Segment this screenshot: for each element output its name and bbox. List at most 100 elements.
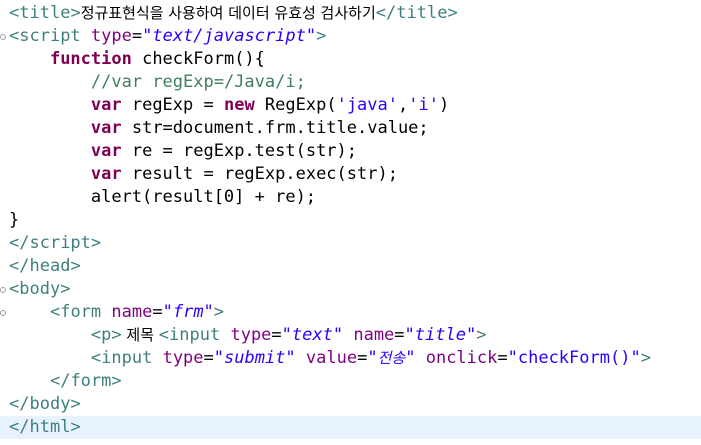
code-line-text: <title>정규표현식을 사용하여 데이터 유효성 검사하기</title> [9, 2, 458, 25]
code-line[interactable]: <p> 제목 <input type="text" name="title"> [0, 324, 701, 347]
code-line[interactable]: </body> [0, 393, 701, 416]
code-token: < [90, 348, 102, 368]
code-line-text: </body> [9, 393, 81, 416]
code-line-text: var regExp = new RegExp('java','i') [9, 94, 449, 117]
code-line[interactable]: var regExp = new RegExp('java','i') [0, 94, 701, 117]
code-token: function [49, 49, 132, 69]
code-token: > [316, 26, 327, 46]
code-line[interactable]: <form name="frm"> [0, 301, 701, 324]
code-token: > [111, 325, 122, 345]
code-line[interactable]: function checkForm(){ [0, 48, 701, 71]
fold-toggle-icon[interactable] [0, 287, 6, 293]
code-token: "text/javascript" [142, 26, 317, 46]
code-line[interactable]: </head> [0, 255, 701, 278]
code-token: > [111, 371, 122, 391]
code-editor[interactable]: <title>정규표현식을 사용하여 데이터 유효성 검사하기</title> <… [0, 0, 701, 445]
code-line-text: <script type="text/javascript"> [9, 25, 326, 48]
code-token: //var regExp=/Java/i; [90, 72, 306, 92]
code-line-text: </html> [9, 416, 81, 439]
code-token: </ [49, 371, 71, 391]
code-token: = [152, 302, 163, 322]
code-token: result = regExp.exec(str); [121, 164, 398, 184]
code-token: 'i' [408, 95, 439, 115]
code-token: value [305, 348, 358, 368]
code-line-text: </head> [9, 255, 81, 278]
code-token: 전송 [377, 349, 406, 367]
code-token: RegExp( [254, 95, 337, 115]
code-token: 'java' [336, 95, 398, 115]
code-token: title [19, 3, 71, 23]
code-line[interactable]: alert(result[0] + re); [0, 186, 701, 209]
code-line[interactable]: <script type="text/javascript"> [0, 25, 701, 48]
code-line-text: var re = regExp.test(str); [9, 140, 357, 163]
code-token: < [49, 302, 61, 322]
code-token: script [19, 26, 81, 46]
code-token: = [394, 325, 405, 345]
code-token: < [158, 325, 170, 345]
code-token: </ [9, 233, 30, 253]
code-line[interactable]: var re = regExp.test(str); [0, 140, 701, 163]
code-token: " [405, 348, 416, 368]
code-line[interactable]: </form> [0, 370, 701, 393]
code-token: body [19, 279, 61, 299]
code-token: </ [9, 256, 30, 276]
code-line[interactable]: //var regExp=/Java/i; [0, 71, 701, 94]
code-token: var [90, 118, 122, 138]
code-line[interactable]: </script> [0, 232, 701, 255]
code-token: title [396, 3, 448, 23]
code-token: > [70, 3, 81, 23]
code-line-text: } [9, 209, 19, 232]
code-token: script [29, 233, 91, 253]
code-token: < [9, 279, 20, 299]
code-token: = [131, 26, 143, 46]
code-line[interactable]: <input type="submit" value="전송" onclick=… [0, 347, 701, 370]
code-token: </ [9, 417, 30, 437]
code-token: type [90, 26, 132, 46]
code-token: </ [9, 394, 30, 414]
code-token: body [29, 394, 71, 414]
code-token: form [70, 371, 112, 391]
code-token: > [90, 233, 102, 253]
code-token: > [60, 279, 71, 299]
code-token: = [357, 348, 368, 368]
code-token: name [111, 302, 153, 322]
fold-toggle-icon[interactable] [0, 34, 6, 40]
current-code-line[interactable]: </html> [0, 416, 701, 439]
code-token: "text" [281, 325, 344, 345]
code-token: < [90, 325, 102, 345]
fold-toggle-icon[interactable] [0, 310, 6, 316]
code-line[interactable]: var str=document.frm.title.value; [0, 117, 701, 140]
code-token: re = regExp.test(str); [121, 141, 358, 161]
code-line[interactable]: <body> [0, 278, 701, 301]
code-token: p [101, 325, 112, 345]
code-token: type [162, 348, 204, 368]
code-token: 정규표현식을 사용하여 데이터 유효성 검사하기 [80, 4, 376, 22]
code-token: "title" [404, 325, 477, 345]
code-token: new [223, 95, 255, 115]
code-line[interactable]: } [0, 209, 701, 232]
code-line[interactable]: var result = regExp.exec(str); [0, 163, 701, 186]
code-token: alert(result[0] + re); [9, 187, 317, 207]
code-token: 제목 [121, 326, 159, 344]
code-line-text: var str=document.frm.title.value; [9, 117, 429, 140]
code-line[interactable]: <title>정규표현식을 사용하여 데이터 유효성 검사하기</title> [0, 2, 701, 25]
code-line-text: </script> [9, 232, 101, 255]
code-token: type [230, 325, 272, 345]
code-token: input [169, 325, 221, 345]
code-token: " [367, 348, 378, 368]
code-token: , [398, 95, 409, 115]
code-line-text: <input type="submit" value="전송" onclick=… [9, 347, 651, 370]
code-token: form [60, 302, 102, 322]
code-line-text: //var regExp=/Java/i; [9, 71, 306, 94]
code-token: < [9, 26, 20, 46]
